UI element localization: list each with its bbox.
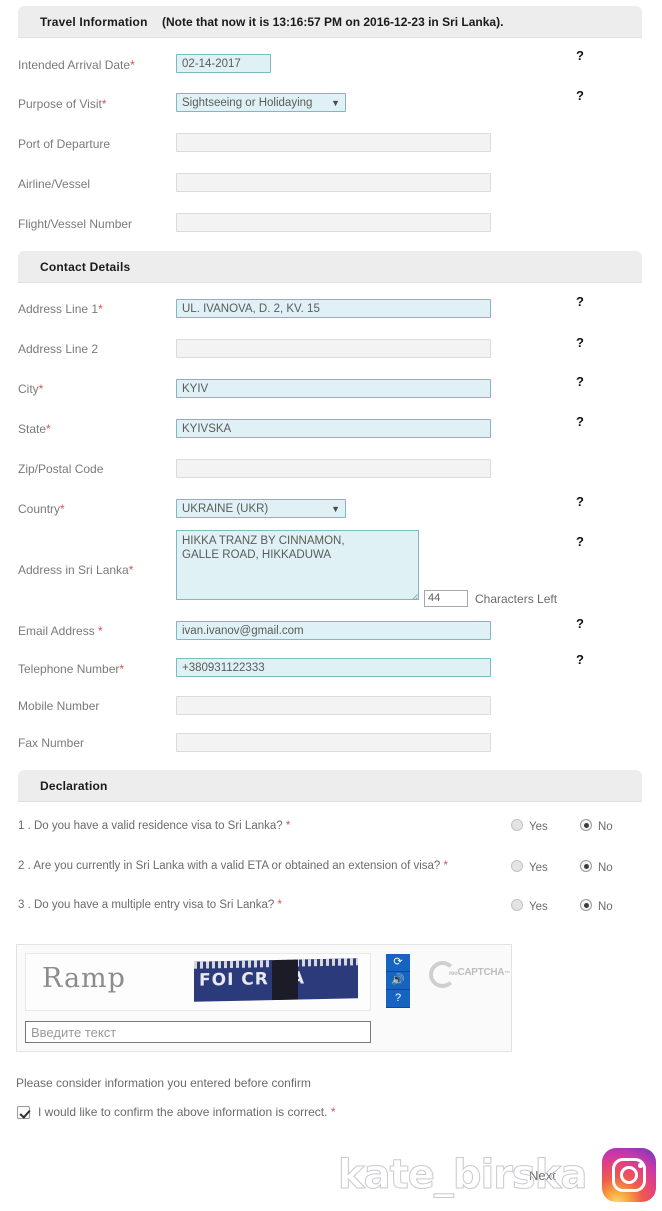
radio-no-q2[interactable] — [580, 860, 592, 872]
captcha-street-sign-image: FOI CR DA — [194, 958, 358, 1002]
instagram-dot — [638, 1163, 643, 1168]
input-airline-vessel[interactable] — [176, 173, 491, 192]
input-mobile-number[interactable] — [176, 696, 491, 715]
section-note-travel: (Note that now it is 13:16:57 PM on 2016… — [162, 15, 504, 29]
street-sign-obscured-area — [272, 959, 298, 1001]
captcha-challenge-image: Ramp FOI CR DA — [25, 953, 371, 1011]
next-button[interactable]: Next — [529, 1168, 556, 1183]
label-mobile-number: Mobile Number — [18, 699, 100, 713]
input-state[interactable]: KYIVSKA — [176, 419, 491, 438]
help-icon-state[interactable]: ? — [576, 414, 584, 429]
help-icon-address-line-1[interactable]: ? — [576, 294, 584, 309]
section-title-contact: Contact Details — [40, 260, 131, 274]
section-header-contact: Contact Details — [18, 251, 642, 283]
question-text-3: 3 . Do you have a multiple entry visa to… — [18, 899, 283, 911]
help-icon-address-in-sri-lanka[interactable]: ? — [576, 534, 584, 549]
chevron-down-icon: ▼ — [331, 98, 340, 108]
resize-handle-icon[interactable] — [411, 592, 419, 600]
instagram-icon — [602, 1148, 656, 1202]
label-address-line-1: Address Line 1* — [18, 302, 103, 316]
help-icon-purpose-of-visit[interactable]: ? — [576, 88, 584, 103]
radio-no-q1[interactable] — [580, 819, 592, 831]
section-title-travel: Travel Information — [40, 15, 148, 29]
select-purpose-of-visit-value: Sightseeing or Holidaying — [182, 97, 313, 109]
label-address-line-2: Address Line 2 — [18, 342, 99, 356]
recaptcha-brand-text: reoCAPTCHA™ — [449, 967, 510, 978]
confirm-checkbox[interactable] — [17, 1106, 30, 1119]
input-telephone-number[interactable]: +380931122333 — [176, 658, 491, 677]
input-port-of-departure[interactable] — [176, 133, 491, 152]
radio-yes-q2[interactable] — [511, 860, 523, 872]
input-intended-arrival-date[interactable]: 02-14-2017 — [176, 54, 271, 73]
input-address-line-1[interactable]: UL. IVANOVA, D. 2, KV. 15 — [176, 299, 491, 318]
label-city: City* — [18, 382, 44, 396]
radio-label-yes-q3: Yes — [529, 901, 548, 913]
label-zip-postal-code: Zip/Postal Code — [18, 462, 104, 476]
help-icon[interactable]: ? — [386, 990, 410, 1008]
captcha-word-text: Ramp — [42, 963, 126, 994]
chevron-down-icon: ▼ — [331, 504, 340, 514]
help-icon-telephone-number[interactable]: ? — [576, 652, 584, 667]
question-text-2: 2 . Are you currently in Sri Lanka with … — [18, 860, 449, 872]
label-country: Country* — [18, 502, 65, 516]
help-icon-intended-arrival-date[interactable]: ? — [576, 48, 584, 63]
help-icon-country[interactable]: ? — [576, 494, 584, 509]
question-text-1: 1 . Do you have a valid residence visa t… — [18, 820, 291, 832]
recaptcha-brand-name: CAPTCHA — [457, 967, 505, 978]
help-icon-address-line-2[interactable]: ? — [576, 335, 584, 350]
select-purpose-of-visit[interactable]: Sightseeing or Holidaying ▼ — [176, 93, 346, 112]
radio-label-no-q1: No — [598, 821, 613, 833]
audio-icon[interactable]: 🔊 — [386, 972, 410, 990]
captcha-text-input[interactable]: Введите текст — [25, 1021, 371, 1043]
radio-label-yes-q2: Yes — [529, 862, 548, 874]
recaptcha-logo: reoCAPTCHA™ — [429, 961, 510, 991]
input-email-address[interactable]: ivan.ivanov@gmail.com — [176, 621, 491, 640]
label-airline-vessel: Airline/Vessel — [18, 177, 91, 191]
input-fax-number[interactable] — [176, 733, 491, 752]
recaptcha-trademark: ™ — [504, 971, 510, 977]
instagram-lens — [620, 1166, 638, 1184]
help-icon-email-address[interactable]: ? — [576, 616, 584, 631]
section-header-travel: Travel Information (Note that now it is … — [18, 6, 642, 38]
confirm-note: Please consider information you entered … — [16, 1076, 311, 1090]
characters-left-count: 44 — [424, 590, 468, 607]
section-title-declaration: Declaration — [40, 779, 108, 793]
radio-yes-q3[interactable] — [511, 899, 523, 911]
radio-label-yes-q1: Yes — [529, 821, 548, 833]
radio-label-no-q3: No — [598, 901, 613, 913]
label-fax-number: Fax Number — [18, 736, 85, 750]
input-zip-postal-code[interactable] — [176, 459, 491, 478]
captcha-controls: ⟳ 🔊 ? — [386, 954, 410, 1008]
textarea-address-in-sri-lanka[interactable]: HIKKA TRANZ BY CINNAMON, GALLE ROAD, HIK… — [176, 530, 419, 600]
captcha-widget: Ramp FOI CR DA ⟳ 🔊 ? reoCAPTCHA™ Введите… — [16, 944, 512, 1052]
label-port-of-departure: Port of Departure — [18, 137, 111, 151]
radio-no-q3[interactable] — [580, 899, 592, 911]
label-purpose-of-visit: Purpose of Visit* — [18, 97, 107, 111]
select-country-value: UKRAINE (UKR) — [182, 503, 269, 515]
label-email-address: Email Address * — [18, 624, 103, 638]
radio-label-no-q2: No — [598, 862, 613, 874]
help-icon-city[interactable]: ? — [576, 374, 584, 389]
label-telephone-number: Telephone Number* — [18, 662, 125, 676]
label-address-in-sri-lanka: Address in Sri Lanka* — [18, 563, 134, 577]
section-header-declaration: Declaration — [18, 770, 642, 802]
label-intended-arrival-date: Intended Arrival Date* — [18, 58, 135, 72]
characters-left-label: Characters Left — [475, 592, 558, 606]
label-flight-vessel-number: Flight/Vessel Number — [18, 217, 133, 231]
input-address-line-2[interactable] — [176, 339, 491, 358]
radio-yes-q1[interactable] — [511, 819, 523, 831]
input-city[interactable]: KYIV — [176, 379, 491, 398]
confirm-checkbox-label: I would like to confirm the above inform… — [38, 1105, 336, 1119]
refresh-icon[interactable]: ⟳ — [386, 954, 410, 972]
input-flight-vessel-number[interactable] — [176, 213, 491, 232]
select-country[interactable]: UKRAINE (UKR) ▼ — [176, 499, 346, 518]
label-state: State* — [18, 422, 51, 436]
